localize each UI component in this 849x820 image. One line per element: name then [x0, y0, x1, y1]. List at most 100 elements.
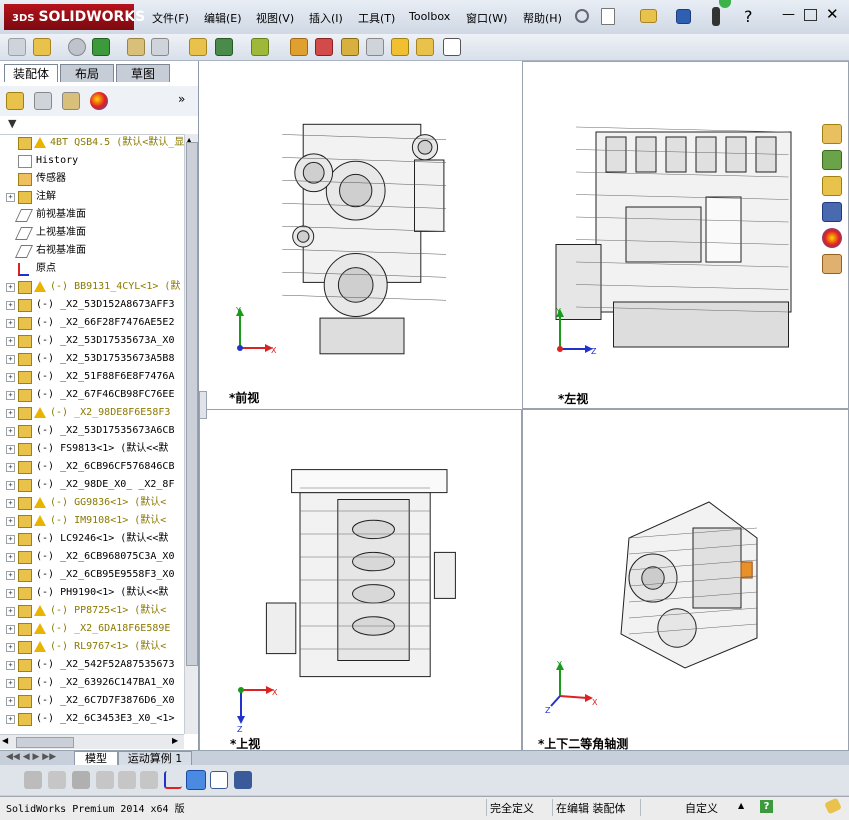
menu-view[interactable]: 视图(V): [256, 10, 294, 26]
tree-item[interactable]: + (-) _X2_51F88F6E8F7476A: [0, 368, 184, 386]
tree-item[interactable]: + (-) _X2_98DE_X0_ _X2_8F: [0, 476, 184, 494]
new-motion-study-icon[interactable]: [290, 38, 308, 56]
tree-item[interactable]: + (-) GG9836<1> (默认<: [0, 494, 184, 512]
instant3d-icon[interactable]: [443, 38, 461, 56]
menu-tools[interactable]: 工具(T): [358, 10, 395, 26]
expand-toggle-icon[interactable]: +: [6, 391, 15, 400]
tree-item[interactable]: + (-) _X2_98DE8F6E58F3: [0, 404, 184, 422]
expand-toggle-icon[interactable]: +: [6, 661, 15, 670]
view-tool-6-icon[interactable]: [140, 771, 158, 789]
view-tool-1-icon[interactable]: [24, 771, 42, 789]
restore-window-icon[interactable]: [804, 9, 817, 21]
hscroll-thumb[interactable]: [16, 737, 74, 748]
units-dropdown-icon[interactable]: ▲: [738, 801, 744, 810]
view-tool-5-icon[interactable]: [118, 771, 136, 789]
menu-help[interactable]: 帮助(H): [523, 10, 562, 26]
mate-icon[interactable]: [33, 38, 51, 56]
triad-view-icon[interactable]: [164, 771, 182, 789]
tree-item[interactable]: + (-) _X2_67F46CB98FC76EE: [0, 386, 184, 404]
tree-item[interactable]: + (-) _X2_6CB95E9558F3_X0: [0, 566, 184, 584]
paperclip-icon[interactable]: [68, 38, 86, 56]
configuration-manager-icon[interactable]: [62, 92, 80, 110]
viewport-top[interactable]: *上视 ZX: [199, 409, 522, 751]
expand-toggle-icon[interactable]: +: [6, 445, 15, 454]
menu-file[interactable]: 文件(F): [152, 10, 189, 26]
file-explorer-icon[interactable]: [822, 176, 842, 196]
tree-item[interactable]: + (-) _X2_66F28F7476AE5E2: [0, 314, 184, 332]
explode-line-sketch-icon[interactable]: [366, 38, 384, 56]
expand-toggle-icon[interactable]: +: [6, 553, 15, 562]
expand-panel-icon[interactable]: »: [178, 92, 185, 106]
tree-item[interactable]: + (-) _X2_6C7D7F3876D6_X0: [0, 692, 184, 710]
tab-layout[interactable]: 布局: [60, 64, 114, 82]
view-tool-2-icon[interactable]: [48, 771, 66, 789]
feature-tree-icon[interactable]: [6, 92, 24, 110]
open-folder-icon[interactable]: [640, 9, 657, 23]
solidworks-logo[interactable]: 3DS SOLIDWORKS: [4, 4, 145, 30]
menu-insert[interactable]: 插入(I): [309, 10, 343, 26]
tree-item[interactable]: + (-) _X2_53D17535673A_X0: [0, 332, 184, 350]
tree-item[interactable]: 右视基准面: [0, 242, 184, 260]
assembly-features-icon[interactable]: [215, 38, 233, 56]
insert-component-icon[interactable]: [8, 38, 26, 56]
appearances-icon[interactable]: [822, 228, 842, 248]
tree-item[interactable]: 前视基准面: [0, 206, 184, 224]
tree-item[interactable]: History: [0, 152, 184, 170]
scroll-thumb[interactable]: [186, 142, 198, 666]
scroll-right-icon[interactable]: ▶: [172, 736, 178, 745]
help-icon[interactable]: ?: [744, 7, 753, 26]
menu-window[interactable]: 窗口(W): [466, 10, 507, 26]
tab-assembly[interactable]: 装配体: [4, 64, 58, 82]
home-icon[interactable]: [822, 124, 842, 144]
menu-toolbox[interactable]: Toolbox: [409, 10, 450, 23]
tree-item[interactable]: 4BT QSB4.5 (默认<默认_显: [0, 134, 184, 152]
expand-toggle-icon[interactable]: +: [6, 481, 15, 490]
graphics-area[interactable]: ⊡ ⊡ — ❐ ✕ *前视 YX *左视 YZ *上视 ZX: [199, 61, 849, 751]
tree-item[interactable]: 传感器: [0, 170, 184, 188]
expand-toggle-icon[interactable]: +: [6, 427, 15, 436]
custom-properties-icon[interactable]: [822, 254, 842, 274]
tab-sketch[interactable]: 草图: [116, 64, 170, 82]
tree-item[interactable]: + (-) _X2_53D152A8673AFF3: [0, 296, 184, 314]
expand-toggle-icon[interactable]: +: [6, 373, 15, 382]
tree-item[interactable]: + (-) FS9813<1> (默认<<默: [0, 440, 184, 458]
four-view-icon[interactable]: [234, 771, 252, 789]
exploded-view-icon[interactable]: [341, 38, 359, 56]
expand-toggle-icon[interactable]: +: [6, 679, 15, 688]
interference-detection-icon[interactable]: [391, 38, 409, 56]
expand-toggle-icon[interactable]: +: [6, 643, 15, 652]
expand-toggle-icon[interactable]: +: [6, 715, 15, 724]
expand-toggle-icon[interactable]: +: [6, 535, 15, 544]
minimize-window-icon[interactable]: —: [782, 7, 795, 22]
scroll-left-icon[interactable]: ◀: [2, 736, 8, 745]
view-tool-4-icon[interactable]: [96, 771, 114, 789]
property-manager-icon[interactable]: [34, 92, 52, 110]
expand-toggle-icon[interactable]: +: [6, 355, 15, 364]
filter-icon[interactable]: ▼: [8, 117, 16, 130]
expand-toggle-icon[interactable]: +: [6, 517, 15, 526]
expand-toggle-icon[interactable]: +: [6, 463, 15, 472]
viewport-isometric[interactable]: *上下二等角轴测 YXZ: [522, 409, 849, 751]
expand-toggle-icon[interactable]: +: [6, 319, 15, 328]
tree-item[interactable]: + (-) _X2_53D17535673A6CB: [0, 422, 184, 440]
tree-item[interactable]: + 注解: [0, 188, 184, 206]
tree-item[interactable]: + (-) _X2_53D17535673A5B8: [0, 350, 184, 368]
expand-toggle-icon[interactable]: +: [6, 409, 15, 418]
smart-fasteners-icon[interactable]: [127, 38, 145, 56]
expand-toggle-icon[interactable]: +: [6, 337, 15, 346]
display-manager-icon[interactable]: [90, 92, 108, 110]
status-custom-units[interactable]: 自定义: [685, 800, 718, 816]
expand-toggle-icon[interactable]: +: [6, 589, 15, 598]
view-palette-icon[interactable]: [822, 202, 842, 222]
rebuild-traffic-light-icon[interactable]: [712, 7, 720, 26]
pin-icon[interactable]: [575, 9, 589, 23]
expand-toggle-icon[interactable]: +: [6, 571, 15, 580]
expand-toggle-icon[interactable]: +: [6, 499, 15, 508]
tree-item[interactable]: + (-) _X2_6CB96CF576846CB: [0, 458, 184, 476]
bill-of-materials-icon[interactable]: [315, 38, 333, 56]
expand-toggle-icon[interactable]: +: [6, 625, 15, 634]
tree-item[interactable]: + (-) IM9108<1> (默认<: [0, 512, 184, 530]
show-hidden-icon[interactable]: [189, 38, 207, 56]
linear-pattern-icon[interactable]: [92, 38, 110, 56]
view-tool-3-icon[interactable]: [72, 771, 90, 789]
